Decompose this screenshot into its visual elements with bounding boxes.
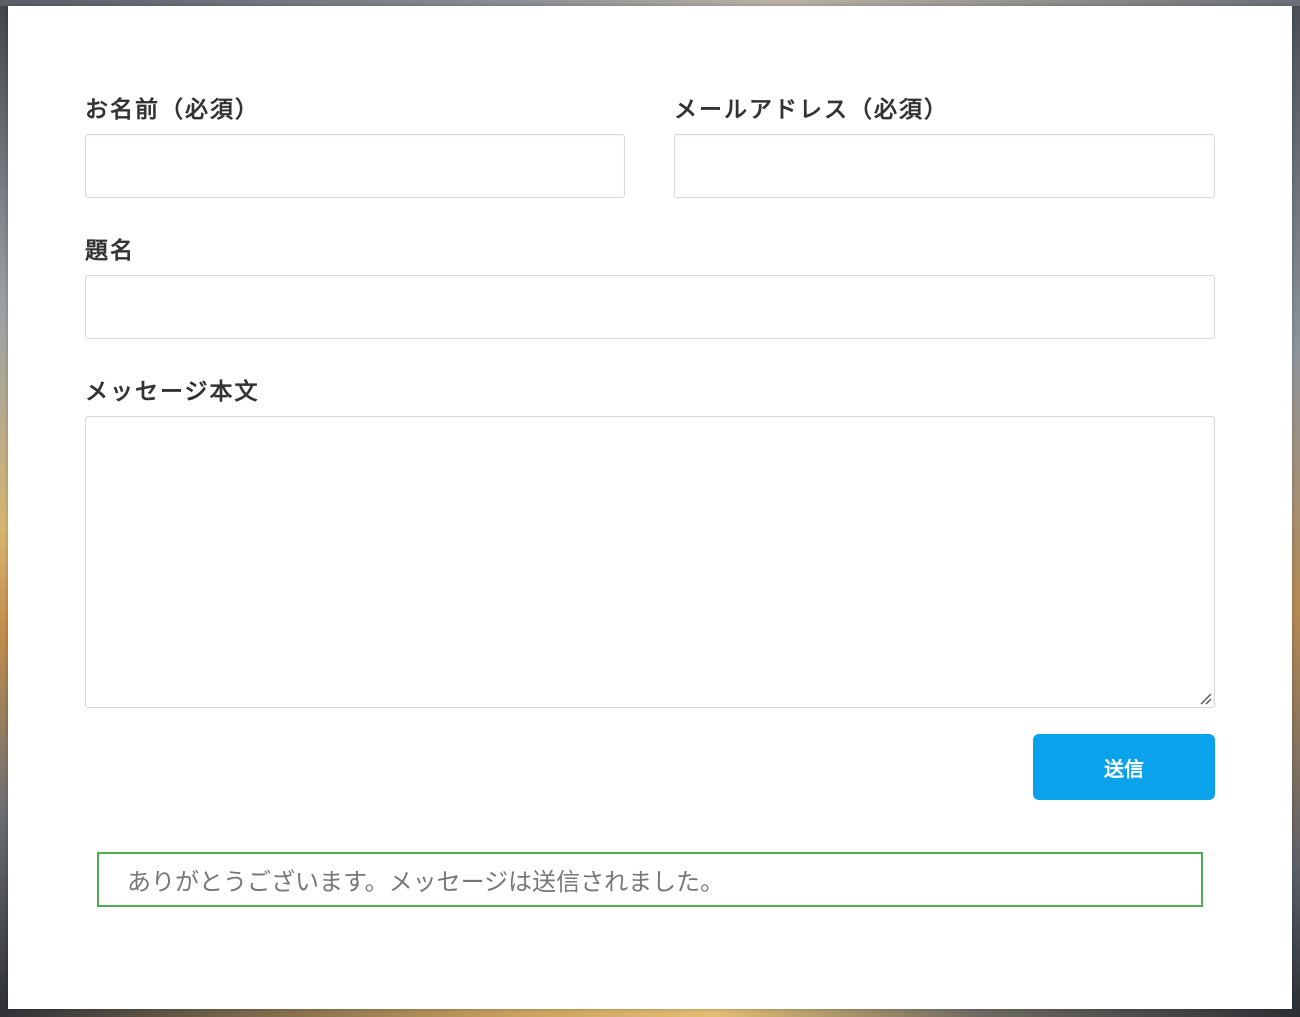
- submit-button[interactable]: 送信: [1033, 734, 1215, 800]
- success-message-text: ありがとうございます。メッセージは送信されました。: [127, 868, 725, 896]
- contact-form-panel: お名前（必須） メールアドレス（必須） 題名 メッセージ本文 送信 ありがとうご…: [8, 6, 1292, 1009]
- name-label: お名前（必須）: [85, 97, 260, 123]
- subject-field[interactable]: [85, 275, 1215, 339]
- subject-label: 題名: [85, 238, 135, 264]
- success-message: ありがとうございます。メッセージは送信されました。: [97, 852, 1203, 907]
- email-field[interactable]: [674, 134, 1215, 198]
- message-label: メッセージ本文: [85, 379, 260, 405]
- name-field[interactable]: [85, 134, 625, 198]
- background-bottom-edge: [0, 1009, 1300, 1017]
- email-label: メールアドレス（必須）: [674, 97, 949, 123]
- resize-handle-icon[interactable]: [1198, 691, 1212, 705]
- message-textarea[interactable]: [85, 416, 1215, 708]
